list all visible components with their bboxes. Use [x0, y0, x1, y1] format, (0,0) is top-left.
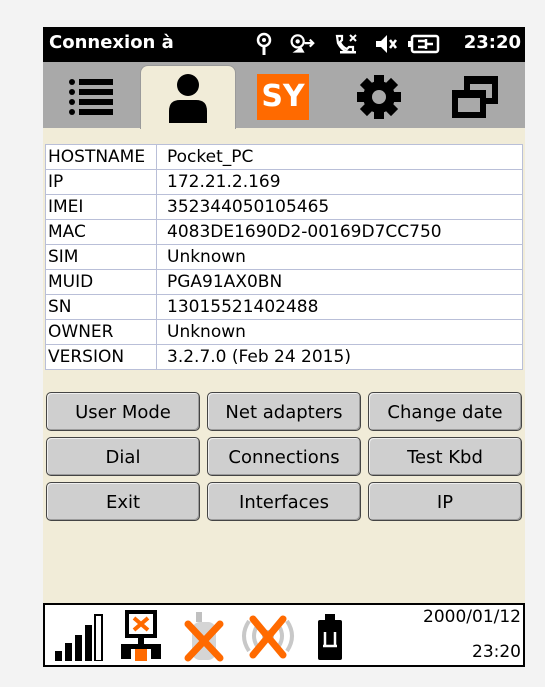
table-row: MAC 4083DE1690D2-00169D7CC750: [45, 219, 523, 245]
tab-sy[interactable]: SY: [236, 66, 330, 128]
status-bar: Connexion à 23:20: [43, 27, 525, 62]
table-row: MUID PGA91AX0BN: [45, 269, 523, 295]
info-key: SIM: [45, 244, 157, 270]
net-adapters-button[interactable]: Net adapters: [207, 392, 361, 431]
info-value: PGA91AX0BN: [156, 269, 523, 295]
info-key: MAC: [45, 219, 157, 245]
sync-icon: [290, 34, 315, 53]
info-key: OWNER: [45, 319, 157, 345]
table-row: SIM Unknown: [45, 244, 523, 270]
info-value: Unknown: [156, 244, 523, 270]
tab-windows[interactable]: [428, 66, 522, 128]
user-icon: [169, 73, 207, 123]
ip-button[interactable]: IP: [368, 482, 522, 521]
info-value: Unknown: [156, 319, 523, 345]
tab-settings[interactable]: [332, 66, 426, 128]
info-value: 13015521402488: [156, 294, 523, 320]
info-key: MUID: [45, 269, 157, 295]
table-row: IP 172.21.2.169: [45, 169, 523, 195]
antenna-icon: [256, 32, 272, 55]
sy-logo-icon: SY: [257, 74, 309, 120]
battery-plug-icon: [408, 34, 440, 54]
phone-icon: [335, 34, 357, 54]
device-screen: Connexion à 23:20 SY HOSTNAME Pocket_PC …: [43, 27, 525, 667]
exit-button[interactable]: Exit: [46, 482, 200, 521]
info-value: 172.21.2.169: [156, 169, 523, 195]
signal-bars-icon[interactable]: [53, 613, 103, 661]
info-key: IMEI: [45, 194, 157, 220]
windows-icon: [452, 76, 498, 118]
info-value: 4083DE1690D2-00169D7CC750: [156, 219, 523, 245]
device-info-table: HOSTNAME Pocket_PC IP 172.21.2.169 IMEI 352…: [45, 144, 523, 370]
connections-button[interactable]: Connections: [207, 437, 361, 476]
user-mode-button[interactable]: User Mode: [46, 392, 200, 431]
info-key: SN: [45, 294, 157, 320]
tab-user[interactable]: [140, 65, 236, 129]
gps-disabled-icon[interactable]: [180, 610, 228, 664]
bottom-date: 2000/01/12: [423, 607, 521, 627]
table-row: OWNER Unknown: [45, 319, 523, 345]
table-row: SN 13015521402488: [45, 294, 523, 320]
dial-button[interactable]: Dial: [46, 437, 200, 476]
info-value: 352344050105465: [156, 194, 523, 220]
connection-title: Connexion à: [49, 32, 174, 53]
battery-icon[interactable]: [315, 612, 345, 662]
speaker-mute-icon: [376, 35, 397, 53]
status-time: 23:20: [463, 32, 521, 53]
interfaces-button[interactable]: Interfaces: [207, 482, 361, 521]
wireless-disabled-icon[interactable]: [235, 611, 301, 661]
info-key: HOSTNAME: [45, 144, 157, 170]
list-icon: [69, 79, 113, 115]
gear-icon: [357, 75, 401, 119]
info-value: Pocket_PC: [156, 144, 523, 170]
tab-bar: SY: [43, 62, 525, 129]
bottom-status-bar: 2000/01/12 23:20: [43, 603, 525, 667]
info-key: VERSION: [45, 344, 157, 370]
test-kbd-button[interactable]: Test Kbd: [368, 437, 522, 476]
info-value: 3.2.7.0 (Feb 24 2015): [156, 344, 523, 370]
bottom-time: 23:20: [472, 642, 521, 662]
tab-list[interactable]: [45, 66, 139, 128]
table-row: VERSION 3.2.7.0 (Feb 24 2015): [45, 344, 523, 370]
info-key: IP: [45, 169, 157, 195]
sy-logo-label: SY: [261, 79, 305, 114]
network-disconnected-icon[interactable]: [117, 610, 165, 662]
table-row: HOSTNAME Pocket_PC: [45, 144, 523, 170]
table-row: IMEI 352344050105465: [45, 194, 523, 220]
change-date-button[interactable]: Change date: [368, 392, 522, 431]
